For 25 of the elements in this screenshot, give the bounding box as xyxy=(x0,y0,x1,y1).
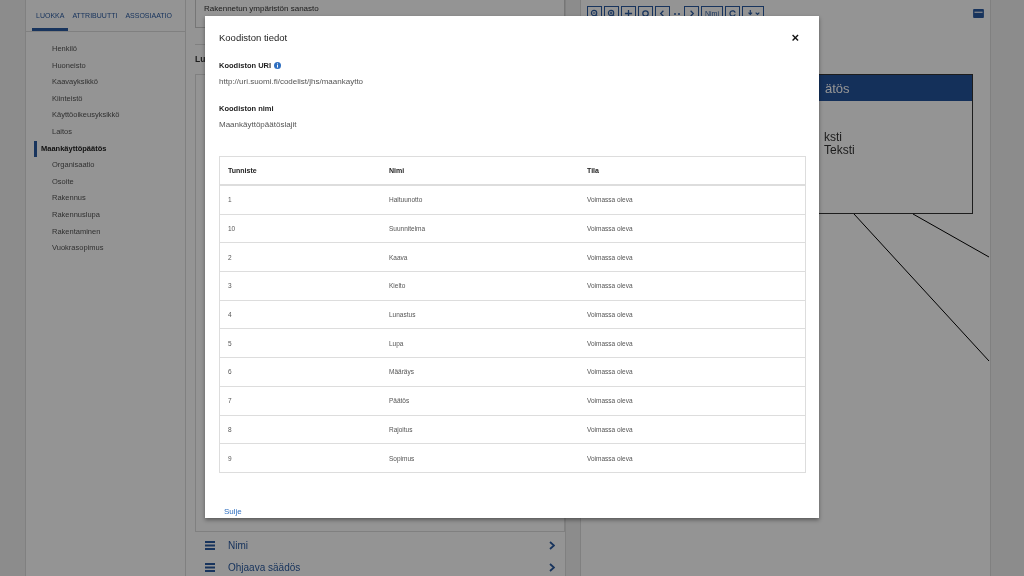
circle-icon xyxy=(641,9,650,18)
close-button[interactable]: × xyxy=(789,29,805,45)
chevron-left-icon xyxy=(658,9,667,18)
dialog-title: Koodiston tiedot xyxy=(219,31,288,43)
class-attribute: ksti xyxy=(824,131,843,144)
info-icon[interactable] xyxy=(274,62,282,69)
chevron-right-icon xyxy=(549,562,555,572)
property-row[interactable]: Ohjaava säädös xyxy=(195,558,565,576)
field-value: Maankäyttöpäätöslajit xyxy=(219,120,298,129)
class-title: ätös xyxy=(825,80,850,96)
refresh-icon xyxy=(728,9,737,18)
class-attribute: Teksti xyxy=(824,144,856,157)
window-icon[interactable] xyxy=(973,9,984,18)
property-name: Nimi xyxy=(228,539,249,551)
chevron-right-icon xyxy=(687,9,696,18)
vocabulary-name: Rakennetun ympäristön sanasto xyxy=(204,4,319,13)
property-name: Ohjaava säädös xyxy=(228,561,302,573)
section-label: Lu xyxy=(195,54,207,64)
property-row[interactable]: Nimi xyxy=(195,536,565,554)
close-link[interactable]: Sulje xyxy=(224,506,242,516)
list-icon xyxy=(205,562,215,572)
chevron-right-icon xyxy=(549,540,555,550)
list-icon xyxy=(205,540,215,550)
field-value: http://uri.suomi.fi/codelist/jhs/maankaytto xyxy=(219,77,365,86)
zoom-out-icon xyxy=(590,9,599,18)
